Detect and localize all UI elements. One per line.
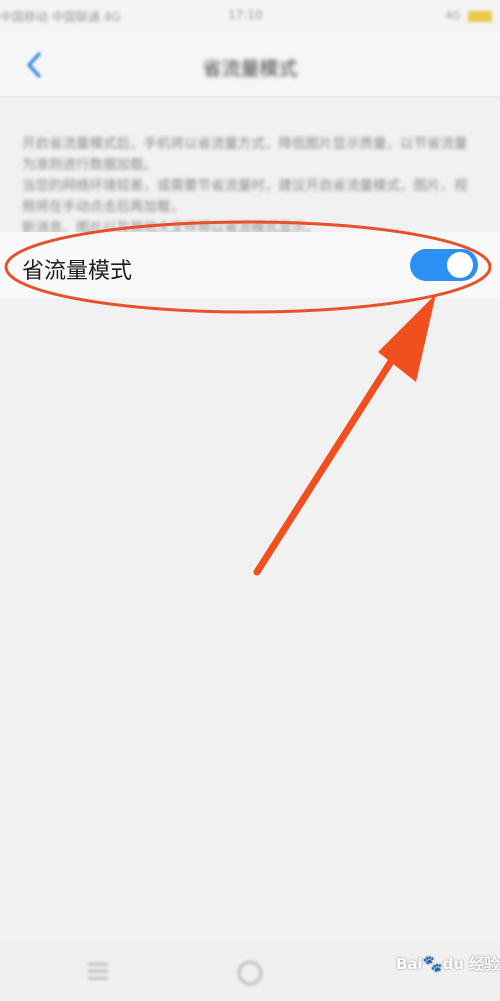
- status-bar: 中国移动 中国联通 4G 17:10 4G: [0, 0, 500, 34]
- page-title: 省流量模式: [202, 58, 298, 80]
- status-time: 17:10: [228, 8, 263, 22]
- description-line-2: 当您的网络环境较差，或需要节省流量时，建议开启省流量模式，图片、视频将在手动点击…: [22, 178, 468, 215]
- toggle-knob: [447, 252, 473, 278]
- battery-icon: [468, 10, 492, 22]
- arrow-shaft: [253, 356, 396, 576]
- menu-icon[interactable]: [86, 960, 110, 982]
- paw-icon: 🐾: [422, 954, 443, 973]
- description-line-1: 开启省流量模式后，手机将以省流量方式，降低图片显示质量，以节省流量为准则进行数据…: [22, 136, 468, 173]
- home-icon[interactable]: [234, 960, 266, 986]
- data-saver-setting-row[interactable]: 省流量模式: [0, 232, 500, 298]
- data-saver-toggle[interactable]: [410, 249, 478, 281]
- carrier-text: 中国移动 中国联通 4G: [0, 10, 121, 24]
- arrow-head: [378, 294, 436, 382]
- watermark-brand-a: Bai: [396, 955, 423, 973]
- nav-bar: 省流量模式: [0, 34, 500, 97]
- baidu-jingyan-watermark: Bai🐾du 经验: [396, 953, 499, 974]
- watermark-suffix: 经验: [469, 955, 500, 973]
- data-saver-label: 省流量模式: [22, 259, 133, 284]
- mode-description: 开启省流量模式后，手机将以省流量方式，降低图片显示质量，以节省流量为准则进行数据…: [22, 134, 478, 239]
- status-indicators: 4G: [445, 9, 492, 22]
- watermark-brand-b: du: [442, 955, 465, 973]
- signal-text: 4G: [444, 9, 461, 22]
